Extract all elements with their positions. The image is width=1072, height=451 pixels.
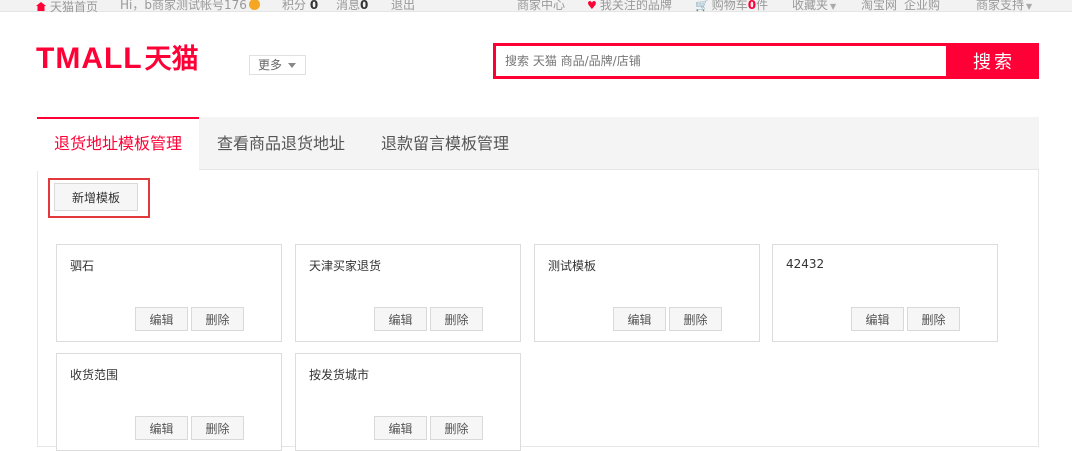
delete-button[interactable]: 删除 [191,307,244,331]
template-name: 驷石 [70,259,95,273]
template-card: 驷石 编辑 删除 [56,244,282,342]
points-link[interactable]: 积分 0 [282,0,318,13]
template-card: 天津买家退货 编辑 删除 [295,244,521,342]
enterprise-link[interactable]: 企业购 [904,0,940,13]
followed-brands-label: 我关注的品牌 [599,0,672,12]
tab-refund-message-templates[interactable]: 退款留言模板管理 [363,117,527,171]
merchant-support-label: 商家支持 [976,0,1025,12]
home-icon [36,2,46,11]
delete-button[interactable]: 删除 [669,307,722,331]
delete-button[interactable]: 删除 [430,416,483,440]
messages-value: 0 [360,0,369,12]
greeting-text: Hi，b商家测试帐号176 [120,0,247,12]
template-name: 按发货城市 [309,368,370,382]
more-label: 更多 [258,58,283,72]
search-input[interactable] [496,46,946,76]
edit-button[interactable]: 编辑 [135,416,188,440]
messages-label: 消息 [336,0,361,12]
tab-view-product-return-address[interactable]: 查看商品退货地址 [199,117,363,171]
edit-button[interactable]: 编辑 [135,307,188,331]
template-card: 42432 编辑 删除 [772,244,998,342]
edit-button[interactable]: 编辑 [374,307,427,331]
cart-icon: 🛒 [695,0,709,12]
delete-button[interactable]: 删除 [430,307,483,331]
edit-button[interactable]: 编辑 [613,307,666,331]
delete-button[interactable]: 删除 [191,416,244,440]
template-name: 测试模板 [548,259,597,273]
template-card: 按发货城市 编辑 删除 [295,353,521,451]
template-card: 测试模板 编辑 删除 [534,244,760,342]
search-button[interactable]: 搜索 [949,43,1039,79]
heart-icon: ♥ [587,0,597,12]
template-name: 收货范围 [70,368,119,382]
favorites-label: 收藏夹 [792,0,829,12]
messages-link[interactable]: 消息0 [336,0,368,13]
more-dropdown[interactable]: 更多 [249,55,306,75]
caret-down-icon [288,63,297,68]
chevron-down-icon: ▼ [1026,2,1033,11]
points-value: 0 [309,0,319,12]
search-box [493,43,949,79]
home-link-label: 天猫首页 [50,0,99,14]
taobao-link[interactable]: 淘宝网 [861,0,897,13]
logo-text-en: TMALL [36,42,143,75]
add-template-button[interactable]: 新增模板 [54,183,138,211]
chevron-down-icon: ▼ [830,2,837,11]
cart-count: 0 [747,0,757,12]
cart-link[interactable]: 🛒 购物车0件 [695,0,768,13]
template-card: 收货范围 编辑 删除 [56,353,282,451]
edit-button[interactable]: 编辑 [374,416,427,440]
favorites-menu[interactable]: 收藏夹 ▼ [792,0,836,13]
logout-link[interactable]: 退出 [391,0,415,13]
coin-icon [248,0,260,10]
merchant-support-menu[interactable]: 商家支持 ▼ [976,0,1032,13]
followed-brands-link[interactable]: ♥ 我关注的品牌 [587,0,672,13]
template-name: 天津买家退货 [309,259,382,273]
points-label: 积分 [282,0,307,12]
cart-label: 购物车 [711,0,748,12]
cart-unit: 件 [756,0,769,12]
logo-text-cn: 天猫 [144,44,199,75]
template-name: 42432 [786,257,825,271]
user-greeting[interactable]: Hi，b商家测试帐号176 [120,0,260,13]
tab-return-address-templates[interactable]: 退货地址模板管理 [37,117,199,171]
edit-button[interactable]: 编辑 [851,307,904,331]
merchant-center-link[interactable]: 商家中心 [517,0,565,13]
tmall-logo[interactable]: TMALL天猫 [36,42,199,76]
delete-button[interactable]: 删除 [907,307,960,331]
home-link[interactable]: 天猫首页 [36,0,98,15]
